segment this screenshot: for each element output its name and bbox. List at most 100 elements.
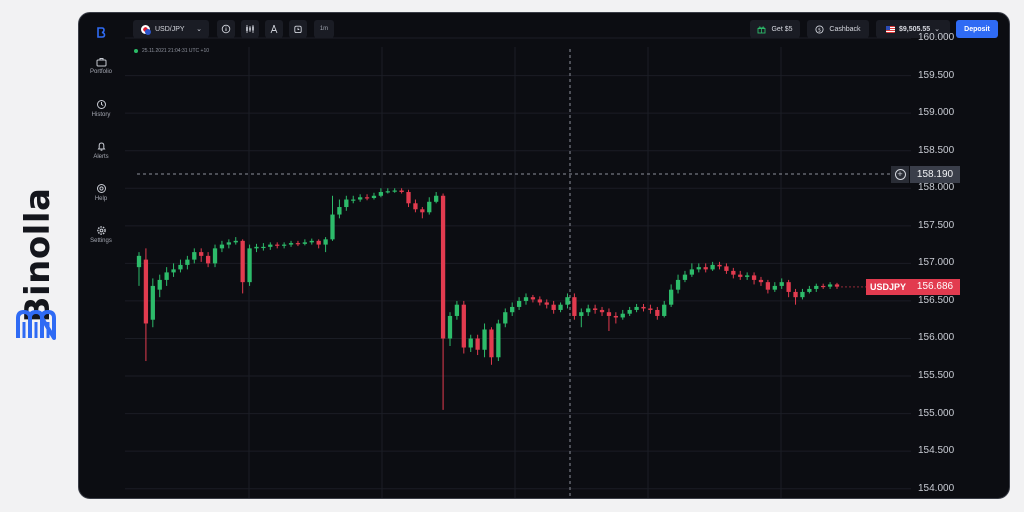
candle-body	[205, 255, 211, 264]
candle-body	[233, 240, 238, 243]
candle-body	[731, 270, 736, 275]
get-bonus-button[interactable]: Get $5	[750, 20, 800, 38]
candle-body	[779, 282, 784, 286]
candle-body	[530, 297, 536, 300]
candle-body	[724, 266, 729, 271]
candle-body	[620, 313, 625, 318]
candle-body	[323, 239, 328, 245]
gift-icon	[758, 26, 766, 33]
candle-body	[268, 244, 273, 247]
candle-body	[171, 269, 176, 273]
candle-body	[178, 264, 183, 270]
candle-body	[330, 214, 335, 240]
price-tick-label: 156.000	[918, 332, 955, 344]
candle-body	[358, 197, 363, 200]
candle-body	[551, 304, 556, 310]
candle-body	[150, 285, 155, 320]
sidebar-item-label: Help	[94, 196, 108, 202]
candle-body	[599, 309, 605, 313]
price-tick-label: 156.500	[918, 294, 955, 306]
candle-body	[351, 199, 356, 201]
candle-body	[475, 338, 480, 350]
price-tick-label: 160.000	[918, 32, 955, 44]
price-tick-label: 159.000	[918, 107, 955, 119]
stopwatch-icon	[294, 25, 302, 34]
candle-body	[703, 267, 708, 270]
gear-icon	[96, 226, 106, 235]
candle-body	[662, 304, 667, 316]
sidebar-item-alerts[interactable]: Alerts	[79, 141, 123, 160]
candle-body	[689, 269, 695, 275]
chart-type-button[interactable]	[241, 20, 259, 38]
sidebar-item-label: Portfolio	[89, 69, 112, 75]
indicators-button[interactable]	[217, 20, 235, 38]
candle-body	[579, 312, 584, 316]
candle-body	[434, 195, 439, 202]
candle-body	[344, 199, 349, 208]
candle-body	[592, 308, 598, 310]
cashback-button[interactable]: $ Cashback	[807, 20, 869, 38]
candle-body	[420, 209, 425, 213]
candle-body	[192, 252, 197, 260]
asset-selector[interactable]: USD/JPY ⌄	[133, 20, 209, 38]
sidebar-item-history[interactable]: History	[79, 99, 123, 118]
candle-body	[454, 304, 460, 316]
chart-timestamp: 25.11.2021 21:04:31 UTC +10	[134, 48, 209, 54]
binolla-logo-icon	[16, 310, 56, 340]
price-tick-label: 155.500	[918, 370, 955, 382]
candle-body	[489, 329, 494, 358]
add-alert-button[interactable]: +	[891, 165, 909, 183]
sidebar: Portfolio History Alerts Help Settings	[79, 13, 123, 498]
candle-body	[827, 284, 833, 287]
candle-body	[772, 285, 777, 290]
live-status-dot	[134, 49, 138, 53]
candle-body	[337, 207, 342, 215]
candle-body	[226, 242, 231, 245]
brand-name: Binolla	[18, 187, 58, 323]
candle-body	[143, 259, 149, 324]
sidebar-item-label: History	[91, 112, 111, 118]
deposit-button[interactable]: Deposit	[956, 20, 998, 38]
candle-body	[302, 242, 308, 244]
candle-body	[572, 297, 577, 316]
briefcase-icon	[96, 58, 106, 67]
sidebar-item-help[interactable]: Help	[79, 183, 123, 202]
pair-flag-icon	[141, 24, 151, 35]
sidebar-item-label: Settings	[90, 238, 112, 244]
candle-body	[814, 285, 819, 289]
sidebar-item-settings[interactable]: Settings	[79, 225, 123, 244]
drawing-tools-button[interactable]	[265, 20, 283, 38]
info-circle-icon	[221, 24, 231, 34]
price-tick-label: 154.500	[918, 445, 955, 457]
candle-body	[309, 240, 314, 243]
candle-body	[461, 304, 466, 348]
timeframe-button[interactable]: 1m	[314, 20, 334, 38]
candle-body	[212, 248, 218, 264]
candle-body	[364, 197, 370, 199]
candle-body	[648, 308, 653, 310]
candle-body	[606, 312, 612, 316]
sidebar-item-label: Alerts	[93, 154, 109, 160]
candle-body	[668, 289, 674, 305]
svg-text:$: $	[818, 27, 821, 33]
candle-body	[247, 248, 252, 283]
candle-body	[136, 255, 142, 268]
plus-circle-icon: +	[894, 168, 906, 180]
candle-body	[482, 329, 487, 350]
bell-icon	[97, 142, 105, 151]
candle-body	[745, 275, 750, 277]
timer-button[interactable]	[289, 20, 307, 38]
candle-body	[613, 315, 618, 318]
candle-body	[786, 282, 791, 292]
price-tick-label: 157.500	[918, 219, 955, 231]
candle-body	[288, 243, 294, 245]
trading-app-window: Portfolio History Alerts Help Settings U…	[78, 12, 1010, 499]
candle-body	[655, 309, 660, 316]
compass-icon	[270, 25, 278, 34]
price-chart[interactable]	[79, 13, 1010, 499]
candle-body	[627, 309, 632, 314]
candle-body	[440, 195, 446, 339]
symbol-tag: USDJPY	[866, 278, 910, 295]
candle-body	[793, 291, 798, 298]
sidebar-item-portfolio[interactable]: Portfolio	[79, 57, 123, 75]
